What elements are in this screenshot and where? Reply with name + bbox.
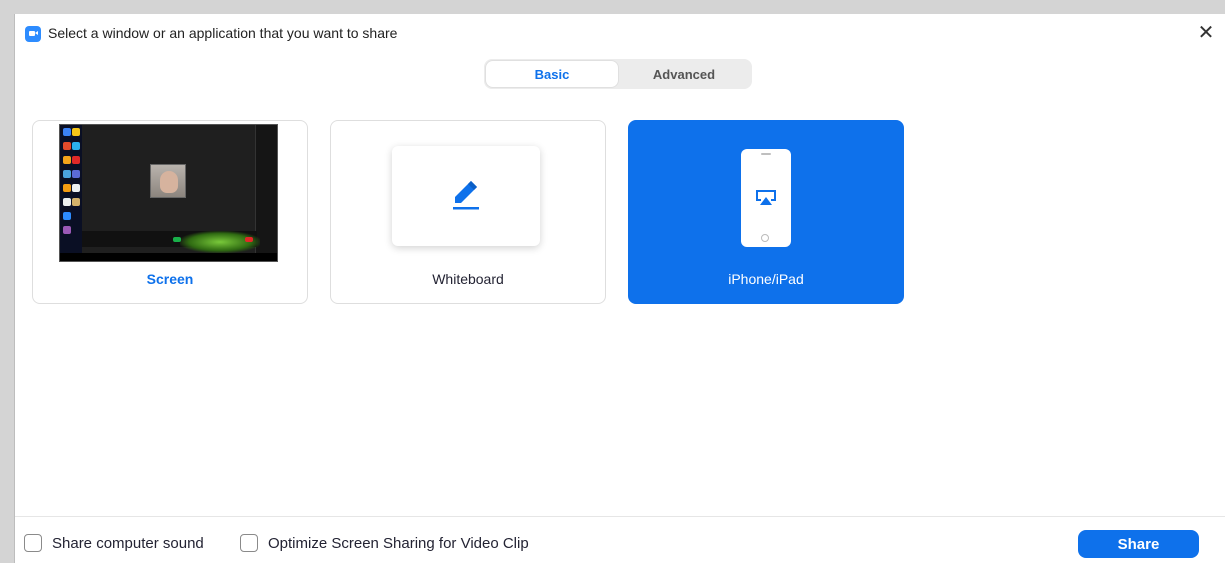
share-screen-dialog: Select a window or an application that y… bbox=[14, 14, 1225, 563]
pencil-icon bbox=[449, 177, 483, 216]
close-button[interactable]: ✕ bbox=[1193, 20, 1219, 46]
share-option-whiteboard[interactable]: Whiteboard bbox=[330, 120, 606, 304]
share-button[interactable]: Share bbox=[1078, 530, 1199, 558]
share-option-whiteboard-label: Whiteboard bbox=[432, 271, 504, 287]
share-computer-sound-label: Share computer sound bbox=[52, 534, 204, 552]
screen-thumbnail bbox=[59, 124, 278, 262]
share-option-screen[interactable]: Screen bbox=[32, 120, 308, 304]
share-option-iphone-ipad-label: iPhone/iPad bbox=[728, 271, 804, 287]
zoom-app-icon bbox=[25, 26, 41, 42]
optimize-video-clip-checkbox[interactable] bbox=[240, 534, 258, 552]
share-option-iphone-ipad[interactable]: iPhone/iPad bbox=[628, 120, 904, 304]
iphone-icon bbox=[741, 149, 791, 247]
share-computer-sound-option[interactable]: Share computer sound bbox=[24, 534, 204, 552]
tab-advanced[interactable]: Advanced bbox=[618, 61, 750, 87]
share-mode-tabs: Basic Advanced bbox=[484, 59, 752, 89]
participant-video-thumbnail bbox=[150, 164, 186, 198]
optimize-video-clip-option[interactable]: Optimize Screen Sharing for Video Clip bbox=[240, 534, 529, 552]
title-bar: Select a window or an application that y… bbox=[15, 14, 1225, 52]
share-computer-sound-checkbox[interactable] bbox=[24, 534, 42, 552]
airplay-icon bbox=[754, 189, 778, 212]
dialog-title: Select a window or an application that y… bbox=[48, 25, 398, 41]
share-option-screen-label: Screen bbox=[146, 271, 194, 287]
whiteboard-preview bbox=[392, 146, 540, 246]
optimize-video-clip-label: Optimize Screen Sharing for Video Clip bbox=[268, 534, 529, 552]
tab-basic[interactable]: Basic bbox=[486, 61, 618, 87]
